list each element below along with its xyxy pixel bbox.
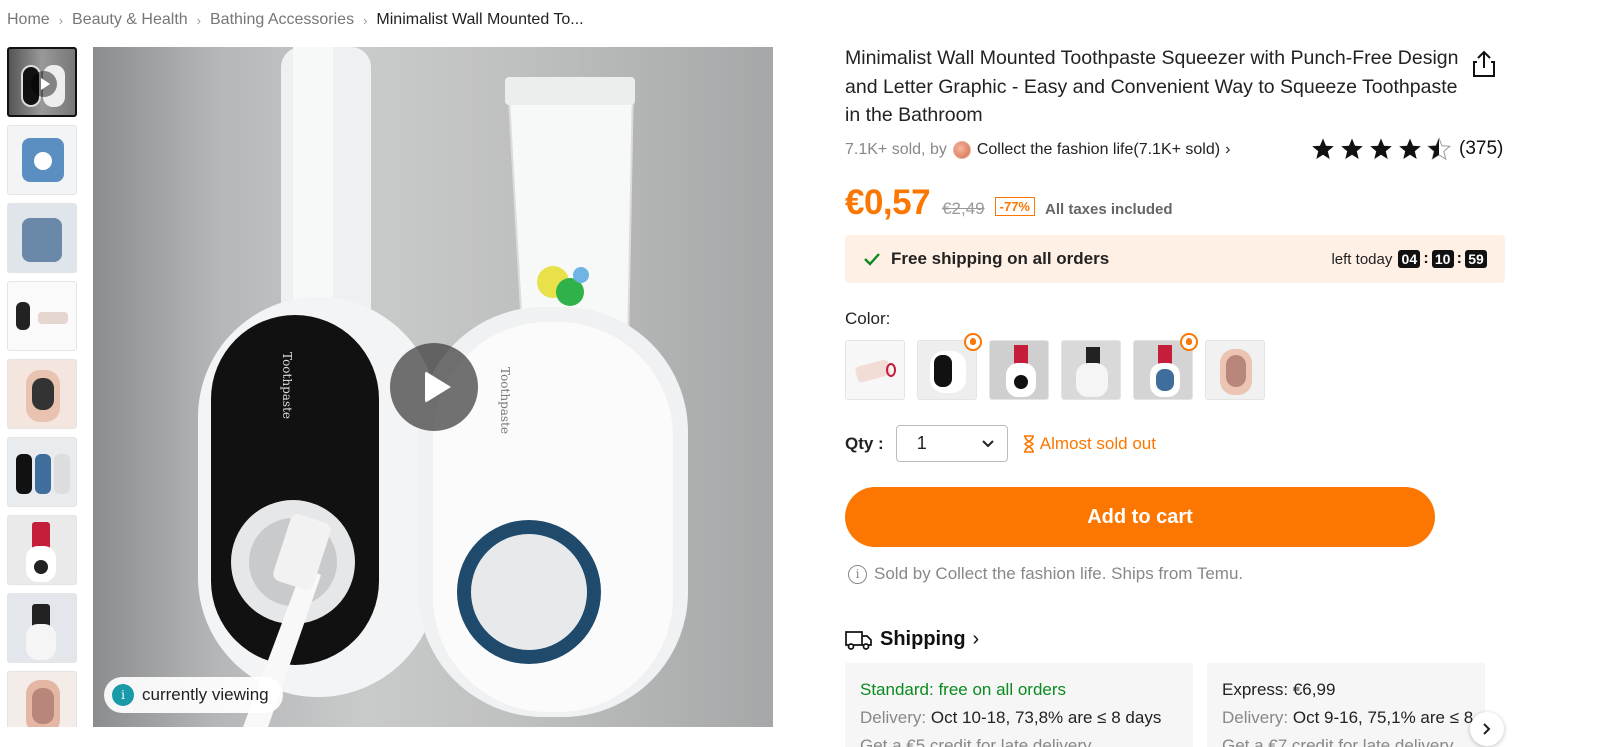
- color-label: Color:: [845, 309, 891, 328]
- hourglass-icon: [1023, 434, 1034, 453]
- quantity-value: 1: [916, 433, 927, 453]
- breadcrumb-bathing-accessories[interactable]: Bathing Accessories: [210, 11, 354, 29]
- chevron-down-icon: [982, 439, 994, 447]
- almost-sold-out-label: Almost sold out: [1039, 433, 1156, 453]
- play-icon: [31, 71, 57, 97]
- countdown-separator: :: [1423, 250, 1429, 267]
- countdown-hours: 04: [1398, 250, 1421, 268]
- free-shipping-label: Free shipping on all orders: [891, 249, 1110, 268]
- shipping-options: Standard: free on all orders Delivery: O…: [845, 663, 1485, 747]
- sold-by-notice: i Sold by Collect the fashion life. Ship…: [848, 564, 1243, 584]
- shipping-option-title: Express: €6,99: [1222, 680, 1336, 699]
- delivery-label: Delivery:: [1222, 708, 1289, 727]
- breadcrumb-current: Minimalist Wall Mounted To...: [376, 11, 584, 28]
- truck-icon: [845, 630, 872, 650]
- current-price: €0,57: [845, 183, 931, 222]
- color-swatch[interactable]: [1205, 340, 1265, 400]
- breadcrumb-beauty-health[interactable]: Beauty & Health: [72, 11, 188, 29]
- qty-label: Qty :: [845, 433, 884, 453]
- shipping-option-delivery: Delivery: Oct 10-18, 73,8% are ≤ 8 days: [860, 704, 1178, 732]
- delivery-label: Delivery:: [860, 708, 927, 727]
- thumbnail-image[interactable]: [7, 593, 77, 663]
- thumbnail-image[interactable]: [7, 671, 77, 727]
- late-delivery-credit: Get a €5 credit for late delivery: [860, 736, 1092, 747]
- main-product-image[interactable]: Toothpaste Toothpaste i currently viewin…: [93, 47, 773, 727]
- thumbnail-image[interactable]: [7, 203, 77, 273]
- svg-text:Toothpaste: Toothpaste: [498, 367, 512, 434]
- color-swatches: [845, 333, 1265, 400]
- info-icon: i: [112, 684, 134, 706]
- thumbnail-image[interactable]: [7, 125, 77, 195]
- sold-by-text: Sold by Collect the fashion life. Ships …: [874, 564, 1244, 583]
- shop-avatar: [952, 141, 971, 159]
- rating-stars: [1311, 137, 1451, 161]
- chevron-right-icon: ›: [1225, 141, 1231, 158]
- shipping-heading-label: Shipping: [880, 628, 966, 650]
- color-swatch[interactable]: [845, 340, 905, 400]
- free-shipping-banner: Free shipping on all orders left today 0…: [845, 235, 1505, 283]
- sold-count: 7.1K+ sold, by: [845, 141, 947, 158]
- currently-viewing-badge: i currently viewing: [104, 677, 283, 713]
- thumbnail-video[interactable]: [7, 47, 77, 117]
- shop-link[interactable]: Collect the fashion life(7.1K+ sold): [977, 141, 1220, 159]
- breadcrumb: Home › Beauty & Health › Bathing Accesso…: [7, 11, 584, 29]
- seller-meta: 7.1K+ sold, by Collect the fashion life(…: [845, 141, 1230, 159]
- hot-item-icon: [1180, 333, 1198, 351]
- countdown-label: left today: [1331, 250, 1393, 268]
- delivery-value: Oct 9-16, 75,1% are ≤ 8: [1292, 708, 1474, 727]
- star-filled-icon: [1370, 138, 1392, 159]
- color-swatch[interactable]: [917, 333, 982, 400]
- countdown-seconds: 59: [1465, 250, 1487, 268]
- shipping-option-express[interactable]: Express: €6,99 Delivery: Oct 9-16, 75,1%…: [1207, 663, 1485, 747]
- star-filled-icon: [1399, 138, 1421, 159]
- product-title: Minimalist Wall Mounted Toothpaste Squee…: [845, 47, 1459, 126]
- shipping-option-delivery: Delivery: Oct 9-16, 75,1% are ≤ 8: [1222, 704, 1485, 732]
- almost-sold-out-notice: Almost sold out: [1022, 434, 1156, 454]
- hot-item-icon: [964, 333, 982, 351]
- shipping-option-title: Standard: free on all orders: [860, 680, 1067, 699]
- thumbnail-image[interactable]: [7, 281, 77, 351]
- checkmark-icon: [864, 253, 880, 266]
- color-swatch[interactable]: [1133, 333, 1198, 400]
- currently-viewing-label: currently viewing: [142, 685, 269, 704]
- shipping-option-standard[interactable]: Standard: free on all orders Delivery: O…: [845, 663, 1193, 747]
- star-filled-icon: [1312, 138, 1334, 159]
- countdown-separator: :: [1456, 250, 1462, 267]
- shipping-heading[interactable]: Shipping ›: [845, 628, 979, 651]
- svg-text:Toothpaste: Toothpaste: [280, 352, 294, 419]
- thumbnail-image[interactable]: [7, 437, 77, 507]
- info-icon: i: [848, 564, 867, 584]
- thumbnail-strip: [7, 47, 77, 727]
- chevron-right-icon: ›: [363, 12, 368, 28]
- star-half-icon: [1427, 137, 1451, 161]
- quantity-select[interactable]: 1: [895, 425, 1008, 462]
- chevron-right-icon: ›: [196, 12, 201, 28]
- chevron-right-icon: ›: [972, 628, 980, 650]
- color-swatch[interactable]: [989, 340, 1049, 400]
- thumbnail-image[interactable]: [7, 515, 77, 585]
- thumbnail-image[interactable]: [7, 359, 77, 429]
- discount-badge: -77%: [994, 197, 1035, 216]
- star-filled-icon: [1341, 138, 1363, 159]
- chevron-right-icon: [1483, 723, 1491, 735]
- late-delivery-credit: Get a €7 credit for late delivery: [1222, 736, 1454, 747]
- add-to-cart-button[interactable]: Add to cart: [845, 487, 1435, 547]
- taxes-note: All taxes included: [1045, 201, 1173, 218]
- review-count: (375): [1459, 138, 1504, 159]
- breadcrumb-home[interactable]: Home: [7, 11, 50, 29]
- color-swatch[interactable]: [1061, 340, 1121, 400]
- price-row: €0,57 €2,49 -77% All taxes included: [845, 183, 1173, 223]
- chevron-right-icon: ›: [58, 12, 64, 28]
- rating[interactable]: (375): [1311, 137, 1503, 161]
- share-icon[interactable]: [1469, 49, 1499, 79]
- countdown-minutes: 10: [1431, 250, 1454, 268]
- quantity-row: Qty : 1 Almost sold out: [845, 425, 1156, 462]
- delivery-value: Oct 10-18, 73,8% are ≤ 8 days: [930, 708, 1162, 727]
- play-video-button[interactable]: [390, 343, 478, 431]
- original-price: €2,49: [942, 199, 985, 218]
- shipping-next-button[interactable]: [1470, 712, 1504, 746]
